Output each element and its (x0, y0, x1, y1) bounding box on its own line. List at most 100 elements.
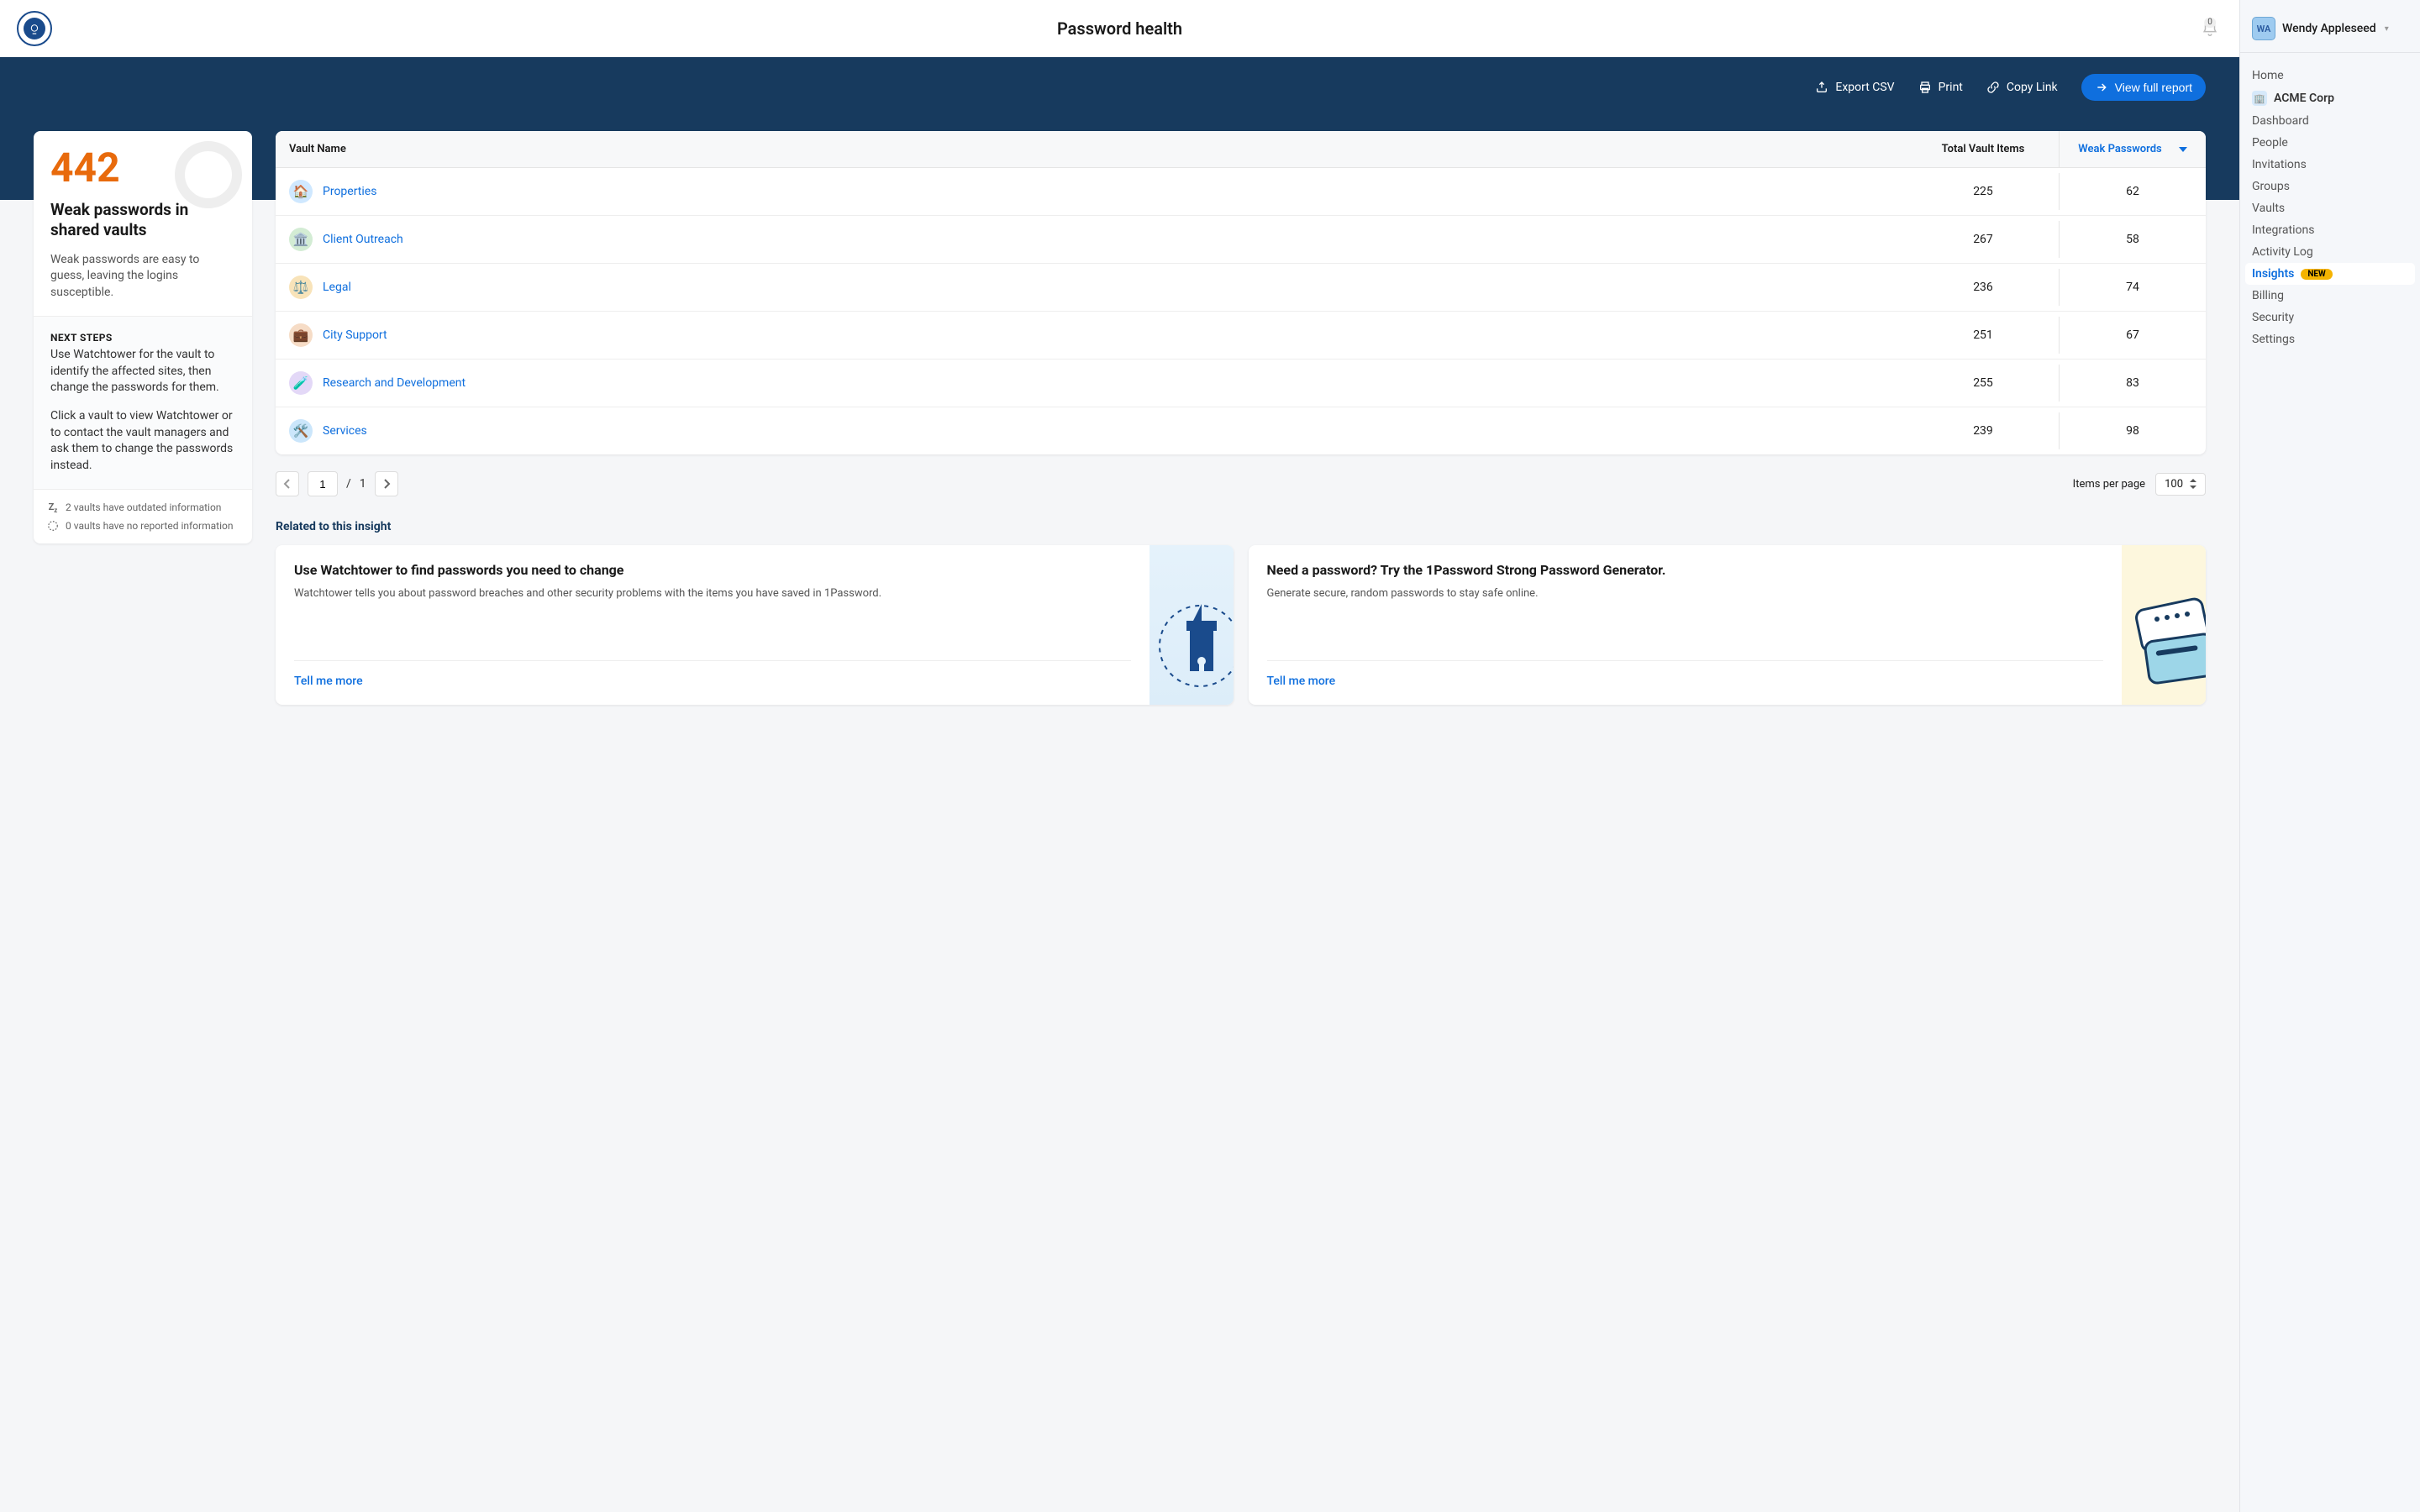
vault-total: 267 (1907, 221, 2059, 258)
export-csv-label: Export CSV (1835, 81, 1894, 94)
items-per-page-select[interactable]: 100 (2155, 473, 2206, 496)
link-icon (1986, 81, 2000, 94)
sidebar-item-org[interactable]: 🏢 ACME Corp (2240, 87, 2420, 110)
prev-page-button[interactable] (276, 471, 299, 496)
summary-body: Weak passwords are easy to guess, leavin… (50, 252, 235, 302)
related-heading: Related to this insight (276, 520, 2206, 533)
vault-link[interactable]: Legal (323, 281, 351, 294)
outdated-vaults-text: 2 vaults have outdated information (66, 501, 221, 513)
related-card-cta[interactable]: Tell me more (1267, 660, 2104, 688)
vault-icon: 🏛️ (289, 228, 313, 251)
noreport-vaults-row: 0 vaults have no reported information (47, 520, 239, 532)
vault-icon: 🧪 (289, 371, 313, 395)
sleep-icon: Zz (47, 501, 59, 513)
page-total: 1 (360, 477, 366, 491)
new-badge: NEW (2301, 269, 2332, 280)
print-label: Print (1939, 81, 1963, 94)
print-button[interactable]: Print (1918, 81, 1963, 94)
vault-weak: 74 (2059, 269, 2206, 306)
vault-weak: 98 (2059, 412, 2206, 449)
vault-icon: ⚖️ (289, 276, 313, 299)
related-card-watchtower: Use Watchtower to find passwords you nee… (276, 545, 1234, 705)
arrow-right-icon (2095, 81, 2108, 94)
export-icon (1815, 81, 1828, 94)
export-csv-button[interactable]: Export CSV (1815, 81, 1894, 94)
chevron-left-icon (283, 479, 292, 489)
vault-link[interactable]: Services (323, 424, 367, 438)
org-icon: 🏢 (2252, 91, 2267, 106)
related-card-title: Need a password? Try the 1Password Stron… (1267, 562, 2104, 580)
table-row[interactable]: 💼 City Support 25167 (276, 312, 2206, 360)
sidebar-item-dashboard[interactable]: Dashboard (2240, 110, 2420, 132)
related-card-body: Generate secure, random passwords to sta… (1267, 586, 2104, 601)
sidebar-item-settings[interactable]: Settings (2240, 328, 2420, 350)
page-title: Password health (1057, 18, 1182, 39)
notifications-button[interactable]: 0 (2197, 16, 2223, 41)
related-card-cta[interactable]: Tell me more (294, 660, 1131, 688)
col-header-vault-name[interactable]: Vault Name (276, 131, 1907, 167)
sidebar-item-billing[interactable]: Billing (2240, 285, 2420, 307)
page-separator: / (346, 477, 351, 491)
right-sidebar: WA Wendy Appleseed ▾ Home 🏢 ACME Corp Da… (2239, 0, 2420, 1512)
page-input[interactable] (308, 471, 338, 496)
vault-link[interactable]: Properties (323, 185, 376, 198)
view-full-report-label: View full report (2115, 81, 2192, 94)
sidebar-item-insights[interactable]: Insights NEW (2245, 263, 2415, 285)
next-page-button[interactable] (375, 471, 398, 496)
copy-link-label: Copy Link (2007, 81, 2058, 94)
table-row[interactable]: 🧪 Research and Development 25583 (276, 360, 2206, 407)
chevron-down-icon: ▾ (2385, 24, 2389, 34)
vault-total: 255 (1907, 365, 2059, 402)
sidebar-item-people[interactable]: People (2240, 132, 2420, 154)
vault-weak: 58 (2059, 221, 2206, 258)
watchtower-illustration (1150, 545, 1234, 705)
app-logo[interactable]: ⍜ (17, 11, 52, 46)
sidebar-item-home[interactable]: Home (2240, 65, 2420, 87)
updown-icon (2190, 479, 2196, 489)
outdated-vaults-row: Zz 2 vaults have outdated information (47, 501, 239, 513)
vault-weak: 83 (2059, 365, 2206, 402)
next-steps-text-2: Click a vault to view Watchtower or to c… (50, 408, 235, 474)
table-row[interactable]: 🛠️ Services 23998 (276, 407, 2206, 454)
progress-ring-icon (175, 141, 242, 208)
sidebar-item-groups[interactable]: Groups (2240, 176, 2420, 197)
vault-icon: 🏠 (289, 180, 313, 203)
vault-weak: 67 (2059, 317, 2206, 354)
next-steps-text-1: Use Watchtower for the vault to identify… (50, 347, 235, 396)
vault-icon: 💼 (289, 323, 313, 347)
vault-total: 239 (1907, 412, 2059, 449)
vault-total: 236 (1907, 269, 2059, 306)
vault-link[interactable]: City Support (323, 328, 387, 342)
col-header-weak-passwords[interactable]: Weak Passwords (2059, 131, 2206, 167)
table-row[interactable]: 🏠Properties22562 (276, 168, 2206, 216)
sidebar-item-activity-log[interactable]: Activity Log (2240, 241, 2420, 263)
vault-link[interactable]: Research and Development (323, 376, 466, 390)
vault-table: Vault Name Total Vault Items Weak Passwo… (276, 131, 2206, 454)
noreport-vaults-text: 0 vaults have no reported information (66, 520, 233, 532)
sidebar-item-vaults[interactable]: Vaults (2240, 197, 2420, 219)
user-name: Wendy Appleseed (2282, 22, 2376, 35)
table-row[interactable]: ⚖️ Legal 23674 (276, 264, 2206, 312)
generator-illustration (2122, 545, 2206, 705)
vault-total: 251 (1907, 317, 2059, 354)
table-row[interactable]: 🏛️ Client Outreach 26758 (276, 216, 2206, 264)
sidebar-item-security[interactable]: Security (2240, 307, 2420, 328)
vault-link[interactable]: Client Outreach (323, 233, 403, 246)
notification-count: 0 (2204, 18, 2216, 28)
col-header-total-items[interactable]: Total Vault Items (1907, 131, 2059, 167)
vault-icon: 🛠️ (289, 419, 313, 443)
sidebar-item-invitations[interactable]: Invitations (2240, 154, 2420, 176)
related-card-generator: Need a password? Try the 1Password Stron… (1249, 545, 2207, 705)
sidebar-item-integrations[interactable]: Integrations (2240, 219, 2420, 241)
caret-down-icon (2179, 145, 2187, 154)
pagination: / 1 Items per page 100 (276, 471, 2206, 496)
org-name: ACME Corp (2274, 92, 2334, 105)
view-full-report-button[interactable]: View full report (2081, 74, 2206, 101)
user-menu[interactable]: WA Wendy Appleseed ▾ (2240, 12, 2420, 53)
related-card-body: Watchtower tells you about password brea… (294, 586, 1131, 601)
print-icon (1918, 81, 1932, 94)
chevron-right-icon (382, 479, 391, 489)
vault-weak: 62 (2059, 173, 2206, 210)
related-card-title: Use Watchtower to find passwords you nee… (294, 562, 1131, 580)
copy-link-button[interactable]: Copy Link (1986, 81, 2058, 94)
